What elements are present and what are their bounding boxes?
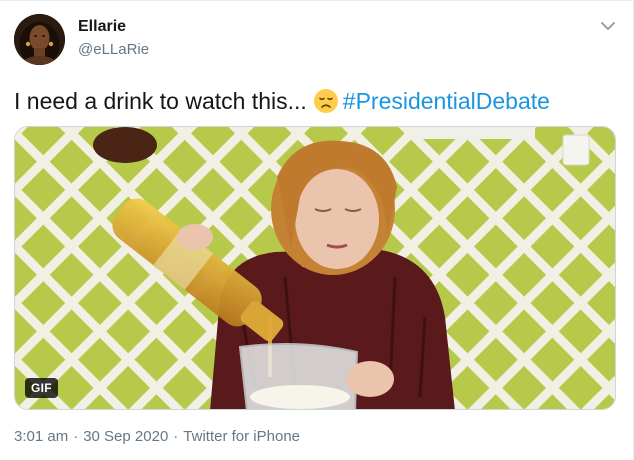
hashtag-link[interactable]: #PresidentialDebate bbox=[343, 88, 550, 114]
gif-media[interactable]: GIF bbox=[14, 126, 616, 410]
tweet-meta: 3:01 am · 30 Sep 2020 · Twitter for iPhone bbox=[14, 428, 300, 445]
gif-image bbox=[15, 127, 615, 409]
separator: · bbox=[73, 428, 79, 445]
gif-badge: GIF bbox=[25, 378, 58, 398]
separator: · bbox=[173, 428, 179, 445]
tweet-date: 30 Sep 2020 bbox=[83, 428, 169, 445]
tweet-body: I need a drink to watch this... bbox=[14, 88, 307, 114]
user-handle[interactable]: @eLLaRie bbox=[78, 41, 149, 58]
chevron-down-icon[interactable] bbox=[598, 16, 618, 36]
display-name[interactable]: Ellarie bbox=[78, 18, 126, 36]
timestamp-link[interactable]: 3:01 am · 30 Sep 2020 bbox=[14, 428, 168, 445]
tweet-card: Ellarie @eLLaRie I need a drink to watch… bbox=[0, 0, 634, 460]
source-link[interactable]: Twitter for iPhone bbox=[183, 428, 300, 445]
disappointed-face-icon bbox=[313, 88, 339, 114]
avatar-image bbox=[14, 14, 65, 65]
avatar[interactable] bbox=[14, 14, 65, 65]
tweet-time: 3:01 am bbox=[14, 428, 69, 445]
tweet-text: I need a drink to watch this... #Preside… bbox=[14, 86, 550, 116]
